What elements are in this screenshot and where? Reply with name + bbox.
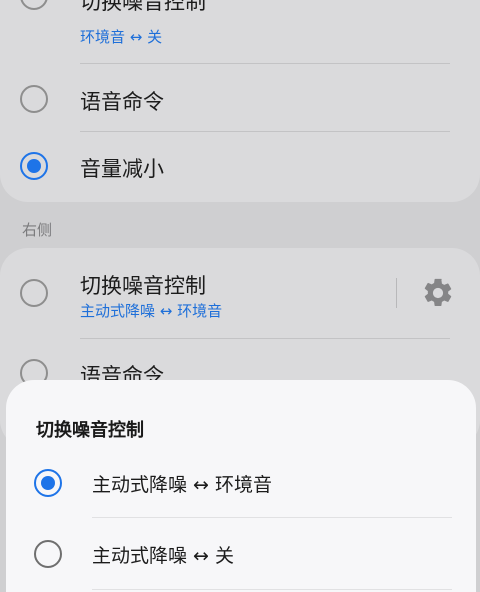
noise-control-radio[interactable] — [20, 279, 48, 307]
volume-down-row[interactable]: 音量减小 — [0, 132, 480, 200]
sheet-option-anc-ambient[interactable]: 主动式降噪 ↔ 环境音 — [6, 456, 476, 516]
noise-control-title: 切换噪音控制 — [80, 0, 206, 14]
sheet-option-label: 主动式降噪 ↔ 关 — [92, 545, 234, 567]
voice-command-row[interactable]: 语音命令 — [0, 64, 480, 132]
volume-down-radio[interactable] — [20, 152, 48, 180]
sheet-title: 切换噪音控制 — [36, 420, 144, 441]
sheet-option-radio[interactable] — [34, 469, 62, 497]
divider — [92, 517, 452, 518]
noise-control-subtitle: 环境音 ↔ 关 — [80, 28, 163, 46]
sheet-option-radio[interactable] — [34, 540, 62, 568]
left-side-card: 切换噪音控制 环境音 ↔ 关 语音命令 音量减小 — [0, 0, 480, 202]
sheet-option-label: 主动式降噪 ↔ 环境音 — [92, 474, 272, 496]
voice-command-label: 语音命令 — [80, 90, 164, 114]
section-header-right: 右侧 — [22, 221, 53, 239]
noise-control-row[interactable]: 切换噪音控制 主动式降噪 ↔ 环境音 — [0, 248, 480, 338]
divider — [92, 589, 452, 590]
noise-control-title: 切换噪音控制 — [80, 274, 206, 298]
voice-command-radio[interactable] — [20, 85, 48, 113]
noise-control-radio[interactable] — [20, 0, 48, 10]
noise-control-row[interactable]: 切换噪音控制 环境音 ↔ 关 — [0, 0, 480, 64]
sheet-option-anc-off[interactable]: 主动式降噪 ↔ 关 — [6, 523, 476, 583]
gear-icon[interactable] — [421, 276, 455, 310]
separator — [396, 278, 397, 308]
noise-control-subtitle: 主动式降噪 ↔ 环境音 — [80, 302, 223, 320]
volume-down-label: 音量减小 — [80, 157, 164, 181]
noise-control-sheet: 切换噪音控制 主动式降噪 ↔ 环境音 主动式降噪 ↔ 关 — [6, 380, 476, 592]
